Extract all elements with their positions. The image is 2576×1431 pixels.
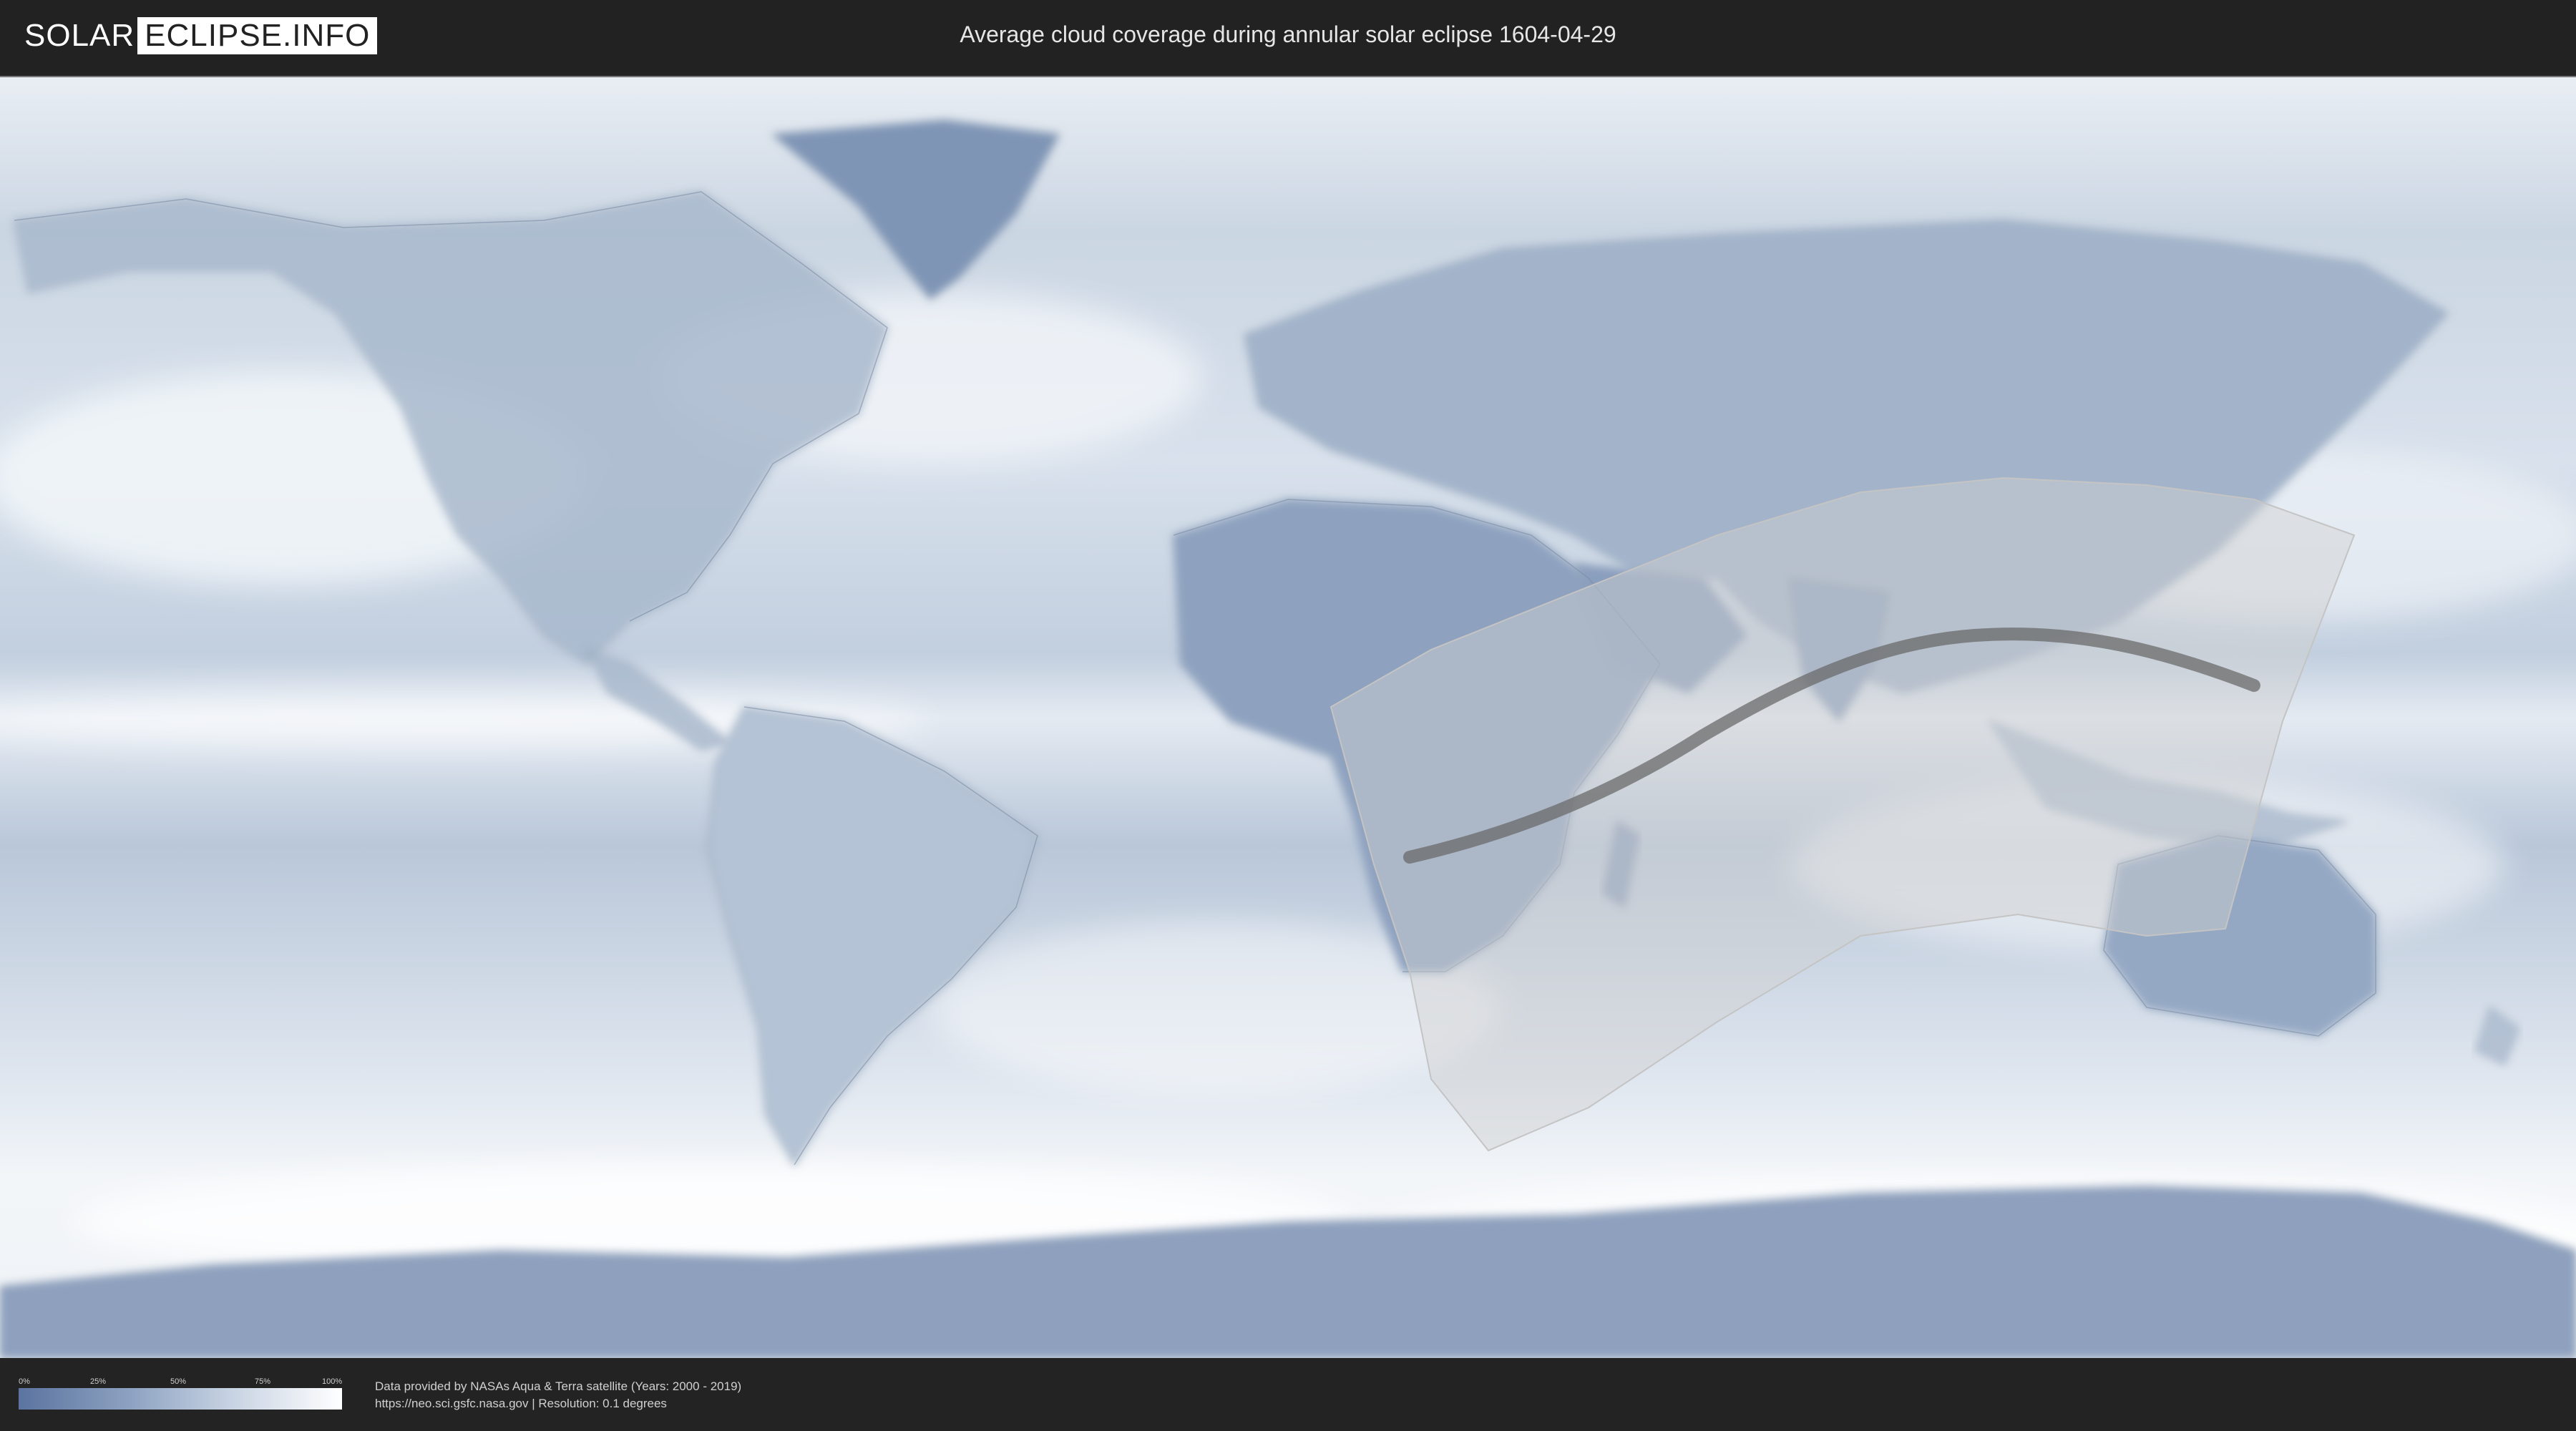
credits-line-1: Data provided by NASAs Aqua & Terra sate…	[375, 1379, 742, 1393]
world-map-svg	[0, 77, 2576, 1358]
legend-tick-0: 0%	[19, 1377, 30, 1386]
legend-tick-75: 75%	[255, 1377, 271, 1386]
page-title: Average cloud coverage during annular so…	[960, 21, 1616, 47]
credits-line-2: https://neo.sci.gsfc.nasa.gov | Resoluti…	[375, 1397, 667, 1410]
legend-tick-25: 25%	[90, 1377, 107, 1386]
data-credits: Data provided by NASAs Aqua & Terra sate…	[375, 1378, 741, 1412]
legend-tick-50: 50%	[170, 1377, 187, 1386]
legend-color-bar	[19, 1388, 342, 1410]
cloud-coverage-legend: 0% 25% 50% 75% 100%	[19, 1377, 342, 1410]
legend-ticks: 0% 25% 50% 75% 100%	[19, 1377, 342, 1388]
legend-tick-100: 100%	[322, 1377, 343, 1386]
header-bar: SOLAR ECLIPSE.INFO Average cloud coverag…	[0, 0, 2576, 72]
cloud-coverage-map[interactable]	[0, 76, 2576, 1359]
